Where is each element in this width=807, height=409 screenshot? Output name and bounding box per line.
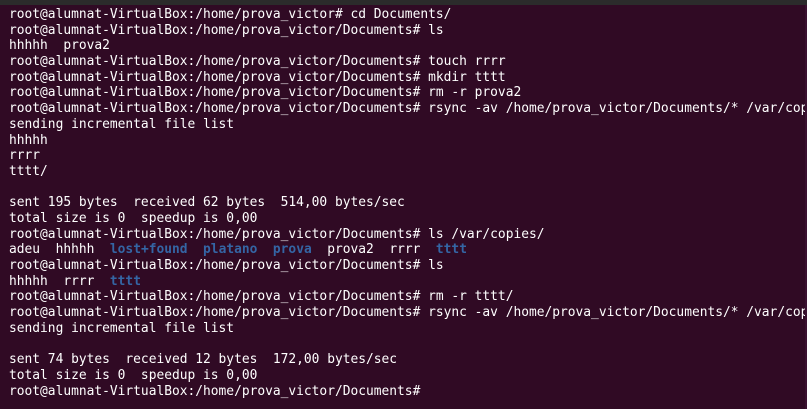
- output-text: prova2 rrrr: [311, 242, 436, 258]
- directory-entry: tttt: [435, 242, 467, 258]
- terminal-line: sending incremental file list: [9, 116, 235, 132]
- terminal-line: hhhhh rrrr tttt: [9, 274, 807, 290]
- terminal-line: rrrr: [9, 148, 41, 164]
- terminal-line: total size is 0 speedup is 0,00: [9, 210, 258, 226]
- terminal-line: sent 74 bytes received 12 bytes 172,00 b…: [9, 352, 398, 368]
- output-text: adeu hhhhh: [9, 242, 110, 258]
- directory-entry: tttt: [109, 273, 141, 289]
- directory-entry: prova: [272, 242, 312, 258]
- terminal-line: total size is 0 speedup is 0,00: [9, 367, 258, 383]
- terminal-line: root@alumnat-VirtualBox:/home/prova_vict…: [9, 258, 444, 273]
- output-text: hhhhh rrrr: [9, 273, 110, 289]
- terminal-line: root@alumnat-VirtualBox:/home/prova_vict…: [9, 101, 807, 117]
- terminal-output[interactable]: root@alumnat-VirtualBox:/home/prova_vict…: [9, 7, 807, 399]
- terminal-line: hhhhh prova2: [9, 38, 110, 54]
- terminal-line: tttt/: [9, 163, 48, 179]
- terminal-line: root@alumnat-VirtualBox:/home/prova_vict…: [9, 7, 452, 22]
- terminal-line: root@alumnat-VirtualBox:/home/prova_vict…: [9, 54, 506, 70]
- terminal-line: root@alumnat-VirtualBox:/home/prova_vict…: [9, 383, 429, 399]
- window-top-edge: [0, 0, 807, 5]
- terminal-line: hhhhh: [9, 132, 48, 148]
- terminal-line: root@alumnat-VirtualBox:/home/prova_vict…: [9, 22, 444, 38]
- terminal-line: sending incremental file list: [9, 320, 235, 336]
- terminal-line: root@alumnat-VirtualBox:/home/prova_vict…: [9, 85, 522, 101]
- terminal-line: root@alumnat-VirtualBox:/home/prova_vict…: [9, 289, 514, 305]
- terminal-line: adeu hhhhh lost+found platano prova prov…: [9, 242, 807, 258]
- directory-entry: platano: [203, 242, 258, 258]
- terminal-line: root@alumnat-VirtualBox:/home/prova_vict…: [9, 226, 545, 242]
- terminal-line: root@alumnat-VirtualBox:/home/prova_vict…: [9, 305, 807, 321]
- terminal-window[interactable]: root@alumnat-VirtualBox:/home/prova_vict…: [0, 0, 807, 409]
- terminal-line: root@alumnat-VirtualBox:/home/prova_vict…: [9, 69, 506, 85]
- terminal-line: sent 195 bytes received 62 bytes 514,00 …: [9, 195, 405, 211]
- directory-entry: lost+found: [109, 242, 188, 258]
